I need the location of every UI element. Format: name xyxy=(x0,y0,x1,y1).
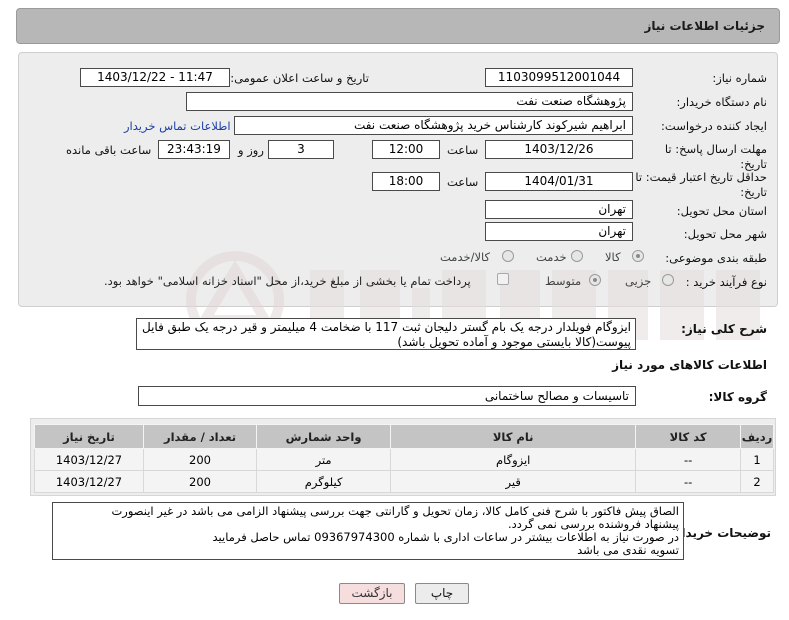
table-row: 2 -- قیر کیلوگرم 200 1403/12/27 xyxy=(34,470,775,493)
city-field: تهران xyxy=(485,222,633,241)
buyer-notes-field: الصاق پیش فاکتور با شرح فنی کامل کالا، ز… xyxy=(52,502,684,560)
category-radio-service[interactable] xyxy=(571,250,583,262)
cell-row: 1 xyxy=(739,448,775,471)
reply-date-field: 1403/12/26 xyxy=(485,140,633,159)
buyer-org-label: نام دستگاه خریدار: xyxy=(676,95,767,109)
cell-unit: کیلوگرم xyxy=(256,470,392,493)
cell-qty: 200 xyxy=(142,448,258,471)
purchase-radio-minor[interactable] xyxy=(662,274,674,286)
buyer-notes-label: توضیحات خریدار: xyxy=(669,526,771,540)
cell-name: ایزوگام xyxy=(390,448,637,471)
page-title: جزئیات اطلاعات نیاز xyxy=(644,19,765,33)
col-row: ردیف xyxy=(739,424,775,449)
cell-date: 1403/12/27 xyxy=(34,448,144,471)
province-label: استان محل تحویل: xyxy=(676,204,767,218)
cell-row: 2 xyxy=(739,470,775,493)
table-header-row: ردیف کد کالا نام کالا واحد شمارش تعداد /… xyxy=(34,424,775,449)
need-number-label: شماره نیاز: xyxy=(712,71,767,85)
description-field: ایزوگام فویلدار درجه یک بام گستر دلیجان … xyxy=(136,318,636,350)
goods-group-label: گروه کالا: xyxy=(708,390,767,404)
remaining-label: ساعت باقی مانده xyxy=(66,143,152,157)
category-option-goods: کالا xyxy=(605,250,621,264)
requester-label: ایجاد کننده درخواست: xyxy=(661,119,767,133)
col-qty: تعداد / مقدار xyxy=(142,424,258,449)
cell-code: -- xyxy=(635,470,741,493)
reply-deadline-label: مهلت ارسال پاسخ: تا تاریخ: xyxy=(664,142,767,171)
category-radio-goods[interactable] xyxy=(632,250,644,262)
category-radio-goods-service[interactable] xyxy=(502,250,514,262)
treasury-payment-note: پرداخت تمام یا بخشی از مبلغ خرید،از محل … xyxy=(104,274,471,288)
need-number-field: 1103099512001044 xyxy=(485,68,633,87)
price-validity-label: حداقل تاریخ اعتبار قیمت: تا تاریخ: xyxy=(635,170,767,199)
goods-section-title: اطلاعات کالاهای مورد نیاز xyxy=(612,358,767,372)
purchase-option-medium: متوسط xyxy=(545,274,582,288)
price-time-label: ساعت xyxy=(447,175,479,189)
col-unit: واحد شمارش xyxy=(256,424,392,449)
col-name: نام کالا xyxy=(390,424,637,449)
col-date: تاریخ نیاز xyxy=(34,424,144,449)
col-code: کد کالا xyxy=(635,424,741,449)
category-option-goods-service: کالا/خدمت xyxy=(440,250,491,264)
purchase-radio-medium[interactable] xyxy=(589,274,601,286)
price-time-field: 18:00 xyxy=(372,172,440,191)
cell-unit: متر xyxy=(256,448,392,471)
treasury-payment-checkbox[interactable] xyxy=(497,273,509,285)
reply-time-label: ساعت xyxy=(447,143,479,157)
table-row: 1 -- ایزوگام متر 200 1403/12/27 xyxy=(34,448,775,471)
days-label: روز و xyxy=(238,143,264,157)
buyer-org-field: پژوهشگاه صنعت نفت xyxy=(186,92,633,111)
purchase-type-label: نوع فرآیند خرید : xyxy=(685,275,767,289)
description-label: شرح کلی نیاز: xyxy=(681,322,767,336)
price-date-field: 1404/01/31 xyxy=(485,172,633,191)
category-option-service: خدمت xyxy=(536,250,567,264)
days-remaining-field: 3 xyxy=(268,140,334,159)
announce-datetime-field: 1403/12/22 - 11:47 xyxy=(80,68,230,87)
cell-name: قیر xyxy=(390,470,637,493)
goods-table: ردیف کد کالا نام کالا واحد شمارش تعداد /… xyxy=(34,424,775,493)
cell-date: 1403/12/27 xyxy=(34,470,144,493)
goods-group-field: تاسیسات و مصالح ساختمانی xyxy=(138,386,636,406)
purchase-option-minor: جزیی xyxy=(625,274,652,288)
city-label: شهر محل تحویل: xyxy=(683,227,767,241)
cell-qty: 200 xyxy=(142,470,258,493)
cell-code: -- xyxy=(635,448,741,471)
print-button[interactable]: چاپ xyxy=(415,583,469,604)
province-field: تهران xyxy=(485,200,633,219)
announce-label: تاریخ و ساعت اعلان عمومی: xyxy=(230,71,369,85)
note-line: تسویه نقدی می باشد xyxy=(577,543,679,557)
page-header: جزئیات اطلاعات نیاز xyxy=(16,8,780,44)
category-label: طبقه بندی موضوعی: xyxy=(665,251,767,265)
requester-field: ابراهیم شیرکوند کارشناس خرید پژوهشگاه صن… xyxy=(234,116,633,135)
buyer-contact-link[interactable]: اطلاعات تماس خریدار xyxy=(124,119,231,133)
remaining-time-field: 23:43:19 xyxy=(158,140,230,159)
reply-time-field: 12:00 xyxy=(372,140,440,159)
back-button[interactable]: بازگشت xyxy=(339,583,405,604)
